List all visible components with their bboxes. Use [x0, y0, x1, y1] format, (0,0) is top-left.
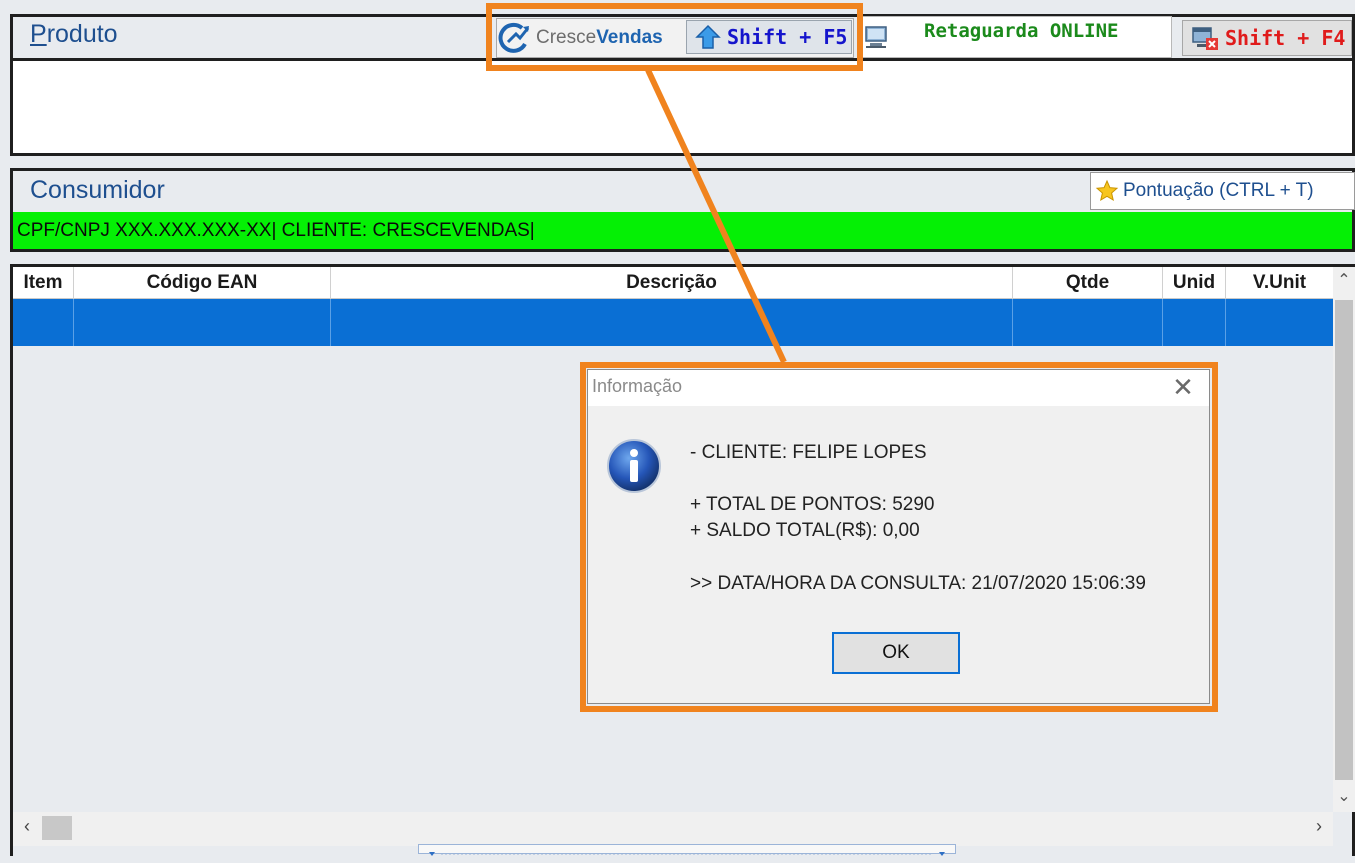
callout-highlight-cresce-vendas [486, 3, 863, 71]
scroll-down-icon[interactable]: ⌄ [1333, 786, 1355, 810]
scroll-up-icon[interactable]: ⌃ [1333, 270, 1355, 294]
cell-unid[interactable] [1163, 299, 1226, 346]
cliente-info-text: CPF/CNPJ XXX.XXX.XXX-XX| CLIENTE: CRESCE… [17, 219, 535, 241]
column-header-item[interactable]: Item [13, 267, 74, 299]
pontuacao-button[interactable]: Pontuação (CTRL + T) [1090, 172, 1355, 210]
scroll-right-icon[interactable]: › [1308, 816, 1330, 840]
computer-icon [864, 24, 888, 50]
produto-input-area[interactable] [10, 58, 1355, 156]
scroll-left-icon[interactable]: ‹ [16, 816, 38, 840]
cell-descricao[interactable] [331, 299, 1013, 346]
consumidor-title: Consumidor [30, 176, 165, 204]
star-icon [1095, 179, 1119, 202]
column-header-unid[interactable]: Unid [1163, 267, 1226, 299]
column-header-codigo-ean[interactable]: Código EAN [74, 267, 331, 299]
shift-f4-button[interactable]: Shift + F4 [1182, 20, 1352, 56]
splitter-arrows-icon [429, 852, 945, 856]
vertical-scrollbar-thumb[interactable] [1335, 300, 1353, 780]
produto-title-accesskey: P [30, 20, 47, 48]
retaguarda-status: Retaguarda ONLINE [924, 20, 1119, 42]
cell-codigo-ean[interactable] [74, 299, 331, 346]
cliente-info-bar: CPF/CNPJ XXX.XXX.XXX-XX| CLIENTE: CRESCE… [10, 212, 1355, 252]
table-row[interactable] [13, 299, 1333, 346]
column-header-vunit[interactable]: V.Unit [1226, 267, 1333, 299]
horizontal-scrollbar-thumb[interactable] [42, 816, 72, 840]
produto-title-rest: roduto [46, 20, 118, 48]
window-close-icon [1192, 27, 1218, 50]
produto-title: Produto [30, 20, 118, 49]
callout-highlight-dialog [580, 362, 1218, 712]
pontuacao-label: Pontuação (CTRL + T) [1123, 180, 1314, 201]
column-header-qtde[interactable]: Qtde [1013, 267, 1163, 299]
shift-f4-label: Shift + F4 [1225, 26, 1346, 50]
panel-splitter-handle[interactable] [418, 844, 956, 856]
horizontal-scrollbar[interactable] [13, 812, 1333, 846]
column-header-descricao[interactable]: Descrição [331, 267, 1013, 299]
grid-header-row: Item Código EAN Descrição Qtde Unid V.Un… [13, 267, 1333, 299]
cell-vunit[interactable] [1226, 299, 1333, 346]
cell-item[interactable] [13, 299, 74, 346]
cell-qtde[interactable] [1013, 299, 1163, 346]
